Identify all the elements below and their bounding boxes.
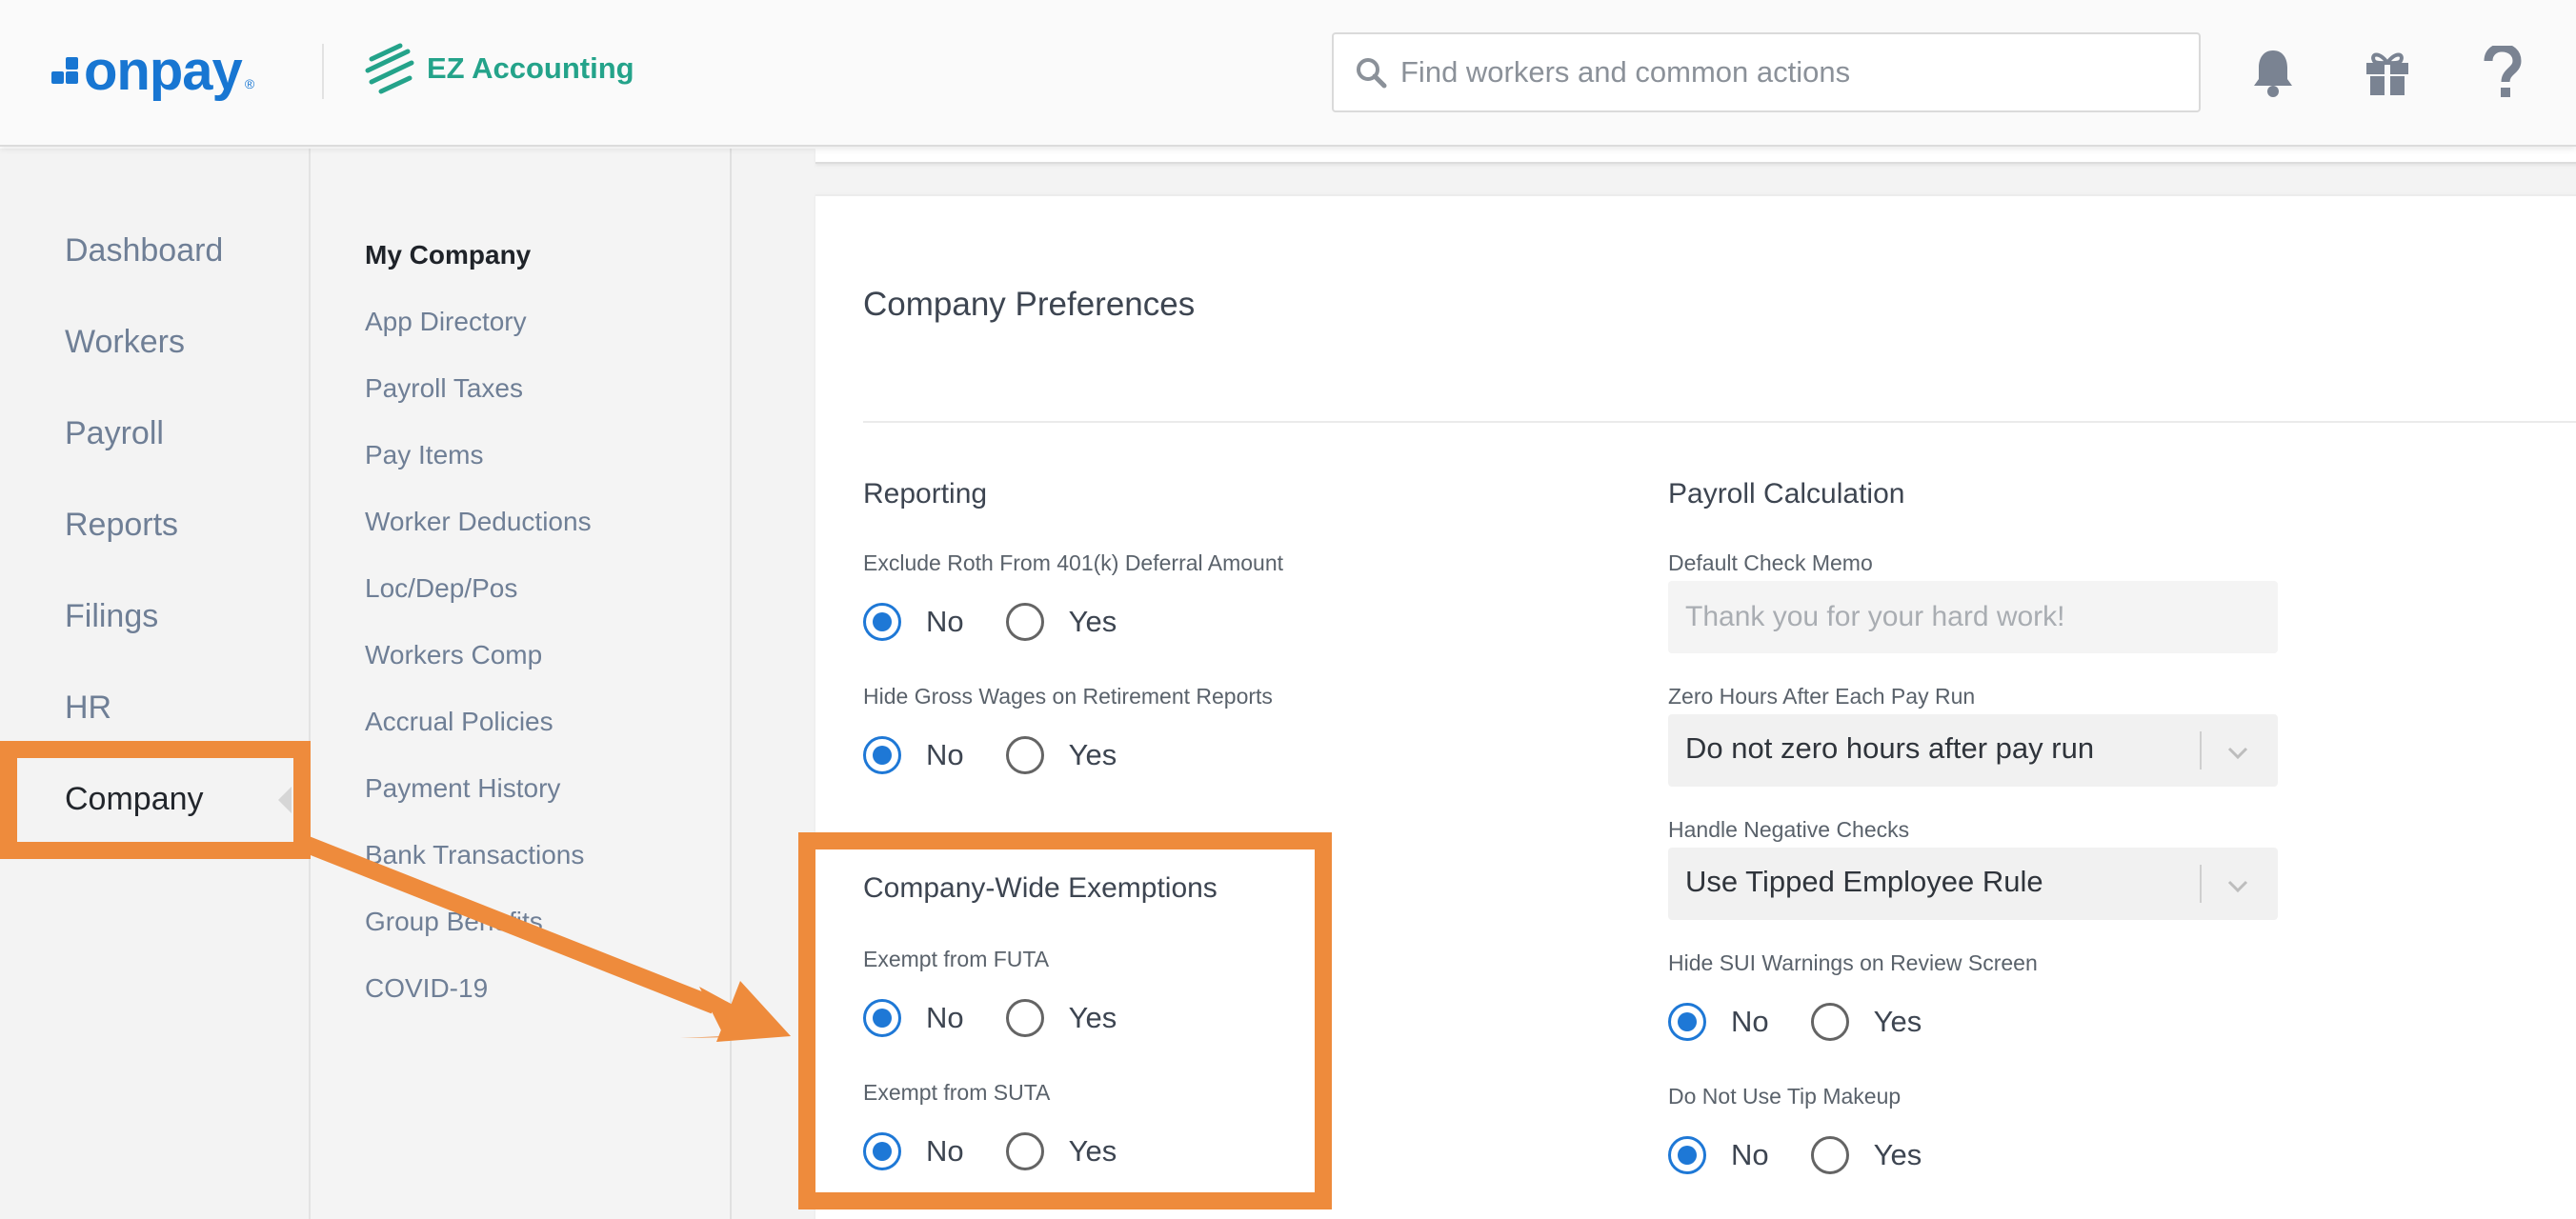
- subnav-item-worker-deductions[interactable]: Worker Deductions: [365, 507, 592, 537]
- subnav-item-covid-19[interactable]: COVID-19: [365, 973, 488, 1004]
- nav-item-payroll[interactable]: Payroll: [65, 415, 164, 452]
- radio-label-no: No: [1731, 1005, 1769, 1038]
- radio-label-yes: Yes: [1873, 1138, 1922, 1171]
- hide-gross-wages-no-radio[interactable]: [863, 736, 901, 774]
- chevron-down-icon[interactable]: [2221, 869, 2255, 903]
- default-check-memo-field[interactable]: [1668, 581, 2278, 653]
- title-divider: [863, 421, 2576, 423]
- chevron-down-icon[interactable]: [2221, 735, 2255, 769]
- hide-sui-no-radio[interactable]: [1668, 1003, 1706, 1041]
- hide-sui-yes-radio[interactable]: [1810, 1003, 1849, 1041]
- exclude-roth-no-radio[interactable]: [863, 603, 901, 641]
- search-icon: [1357, 58, 1387, 89]
- tip-makeup-radio-group: No Yes: [1668, 1133, 1922, 1177]
- tip-makeup-yes-radio[interactable]: [1810, 1136, 1849, 1174]
- subnav-item-loc-dep-pos[interactable]: Loc/Dep/Pos: [365, 573, 517, 604]
- negative-checks-label: Handle Negative Checks: [1668, 817, 1910, 842]
- nav-item-dashboard[interactable]: Dashboard: [65, 232, 223, 270]
- radio-label-yes: Yes: [1068, 738, 1117, 771]
- select-separator: [2200, 865, 2202, 903]
- partner-name: EZ Accounting: [427, 51, 634, 85]
- partner-logo[interactable]: EZ Accounting: [362, 40, 634, 97]
- registered-mark: ®: [244, 76, 255, 91]
- header-divider: [322, 44, 324, 99]
- subnav-item-app-directory[interactable]: App Directory: [365, 307, 527, 337]
- radio-label-no: No: [1731, 1138, 1769, 1171]
- gift-icon[interactable]: [2359, 44, 2416, 101]
- default-check-memo-input[interactable]: [1685, 601, 2257, 633]
- exclude-roth-label: Exclude Roth From 401(k) Deferral Amount: [863, 550, 1284, 575]
- exemptions-highlight: [798, 832, 1332, 1209]
- exclude-roth-radio-group: No Yes: [863, 600, 1117, 644]
- subnav-item-my-company[interactable]: My Company: [365, 240, 531, 270]
- exclude-roth-yes-radio[interactable]: [1005, 603, 1044, 641]
- subnav-item-payroll-taxes[interactable]: Payroll Taxes: [365, 373, 523, 404]
- tip-makeup-label: Do Not Use Tip Makeup: [1668, 1084, 1902, 1109]
- logo-mark-icon: [51, 54, 80, 87]
- subnav-item-payment-history[interactable]: Payment History: [365, 773, 560, 804]
- zero-hours-label: Zero Hours After Each Pay Run: [1668, 684, 1976, 709]
- hide-sui-radio-group: No Yes: [1668, 1000, 1922, 1044]
- global-search[interactable]: [1332, 32, 2201, 112]
- zero-hours-selected-value: Do not zero hours after pay run: [1685, 731, 2095, 765]
- hide-sui-label: Hide SUI Warnings on Review Screen: [1668, 950, 2038, 975]
- notifications-bell-icon[interactable]: [2244, 44, 2302, 101]
- search-input[interactable]: [1400, 55, 2163, 90]
- default-check-memo-label: Default Check Memo: [1668, 550, 1873, 575]
- subnav-item-accrual-policies[interactable]: Accrual Policies: [365, 707, 553, 737]
- primary-nav: Dashboard Workers Payroll Reports Filing…: [0, 149, 311, 1219]
- previous-card-bottom: [815, 149, 2576, 164]
- nav-item-reports[interactable]: Reports: [65, 507, 178, 544]
- secondary-nav: My Company App Directory Payroll Taxes P…: [311, 149, 732, 1219]
- brand-name: onpay: [84, 39, 243, 102]
- subnav-item-workers-comp[interactable]: Workers Comp: [365, 640, 542, 670]
- ez-accounting-mark-icon: [365, 43, 414, 94]
- hide-gross-wages-radio-group: No Yes: [863, 733, 1117, 777]
- subnav-item-pay-items[interactable]: Pay Items: [365, 440, 483, 470]
- top-header: onpay ® EZ Accounting: [0, 0, 2576, 147]
- tip-makeup-no-radio[interactable]: [1668, 1136, 1706, 1174]
- subnav-item-bank-transactions[interactable]: Bank Transactions: [365, 840, 584, 870]
- app-window: onpay ® EZ Accounting Find workers and c…: [0, 0, 2576, 1219]
- payroll-calculation-section-title: Payroll Calculation: [1668, 478, 1905, 510]
- nav-item-hr[interactable]: HR: [65, 689, 111, 727]
- nav-item-workers[interactable]: Workers: [65, 324, 185, 361]
- page-title: Company Preferences: [863, 286, 1196, 323]
- zero-hours-select[interactable]: Do not zero hours after pay run: [1668, 714, 2278, 787]
- reporting-section-title: Reporting: [863, 478, 988, 510]
- radio-label-yes: Yes: [1873, 1005, 1922, 1038]
- radio-label-yes: Yes: [1068, 605, 1117, 638]
- hide-gross-wages-yes-radio[interactable]: [1005, 736, 1044, 774]
- help-question-icon[interactable]: [2473, 44, 2530, 101]
- select-separator: [2200, 731, 2202, 769]
- negative-checks-selected-value: Use Tipped Employee Rule: [1685, 865, 2043, 898]
- onpay-logo[interactable]: onpay ®: [51, 40, 255, 102]
- radio-label-no: No: [926, 738, 964, 771]
- negative-checks-select[interactable]: Use Tipped Employee Rule: [1668, 848, 2278, 920]
- hide-gross-wages-label: Hide Gross Wages on Retirement Reports: [863, 684, 1273, 709]
- radio-label-no: No: [926, 605, 964, 638]
- nav-item-filings[interactable]: Filings: [65, 598, 158, 635]
- company-nav-highlight: [0, 741, 311, 859]
- subnav-item-group-benefits[interactable]: Group Benefits: [365, 907, 543, 937]
